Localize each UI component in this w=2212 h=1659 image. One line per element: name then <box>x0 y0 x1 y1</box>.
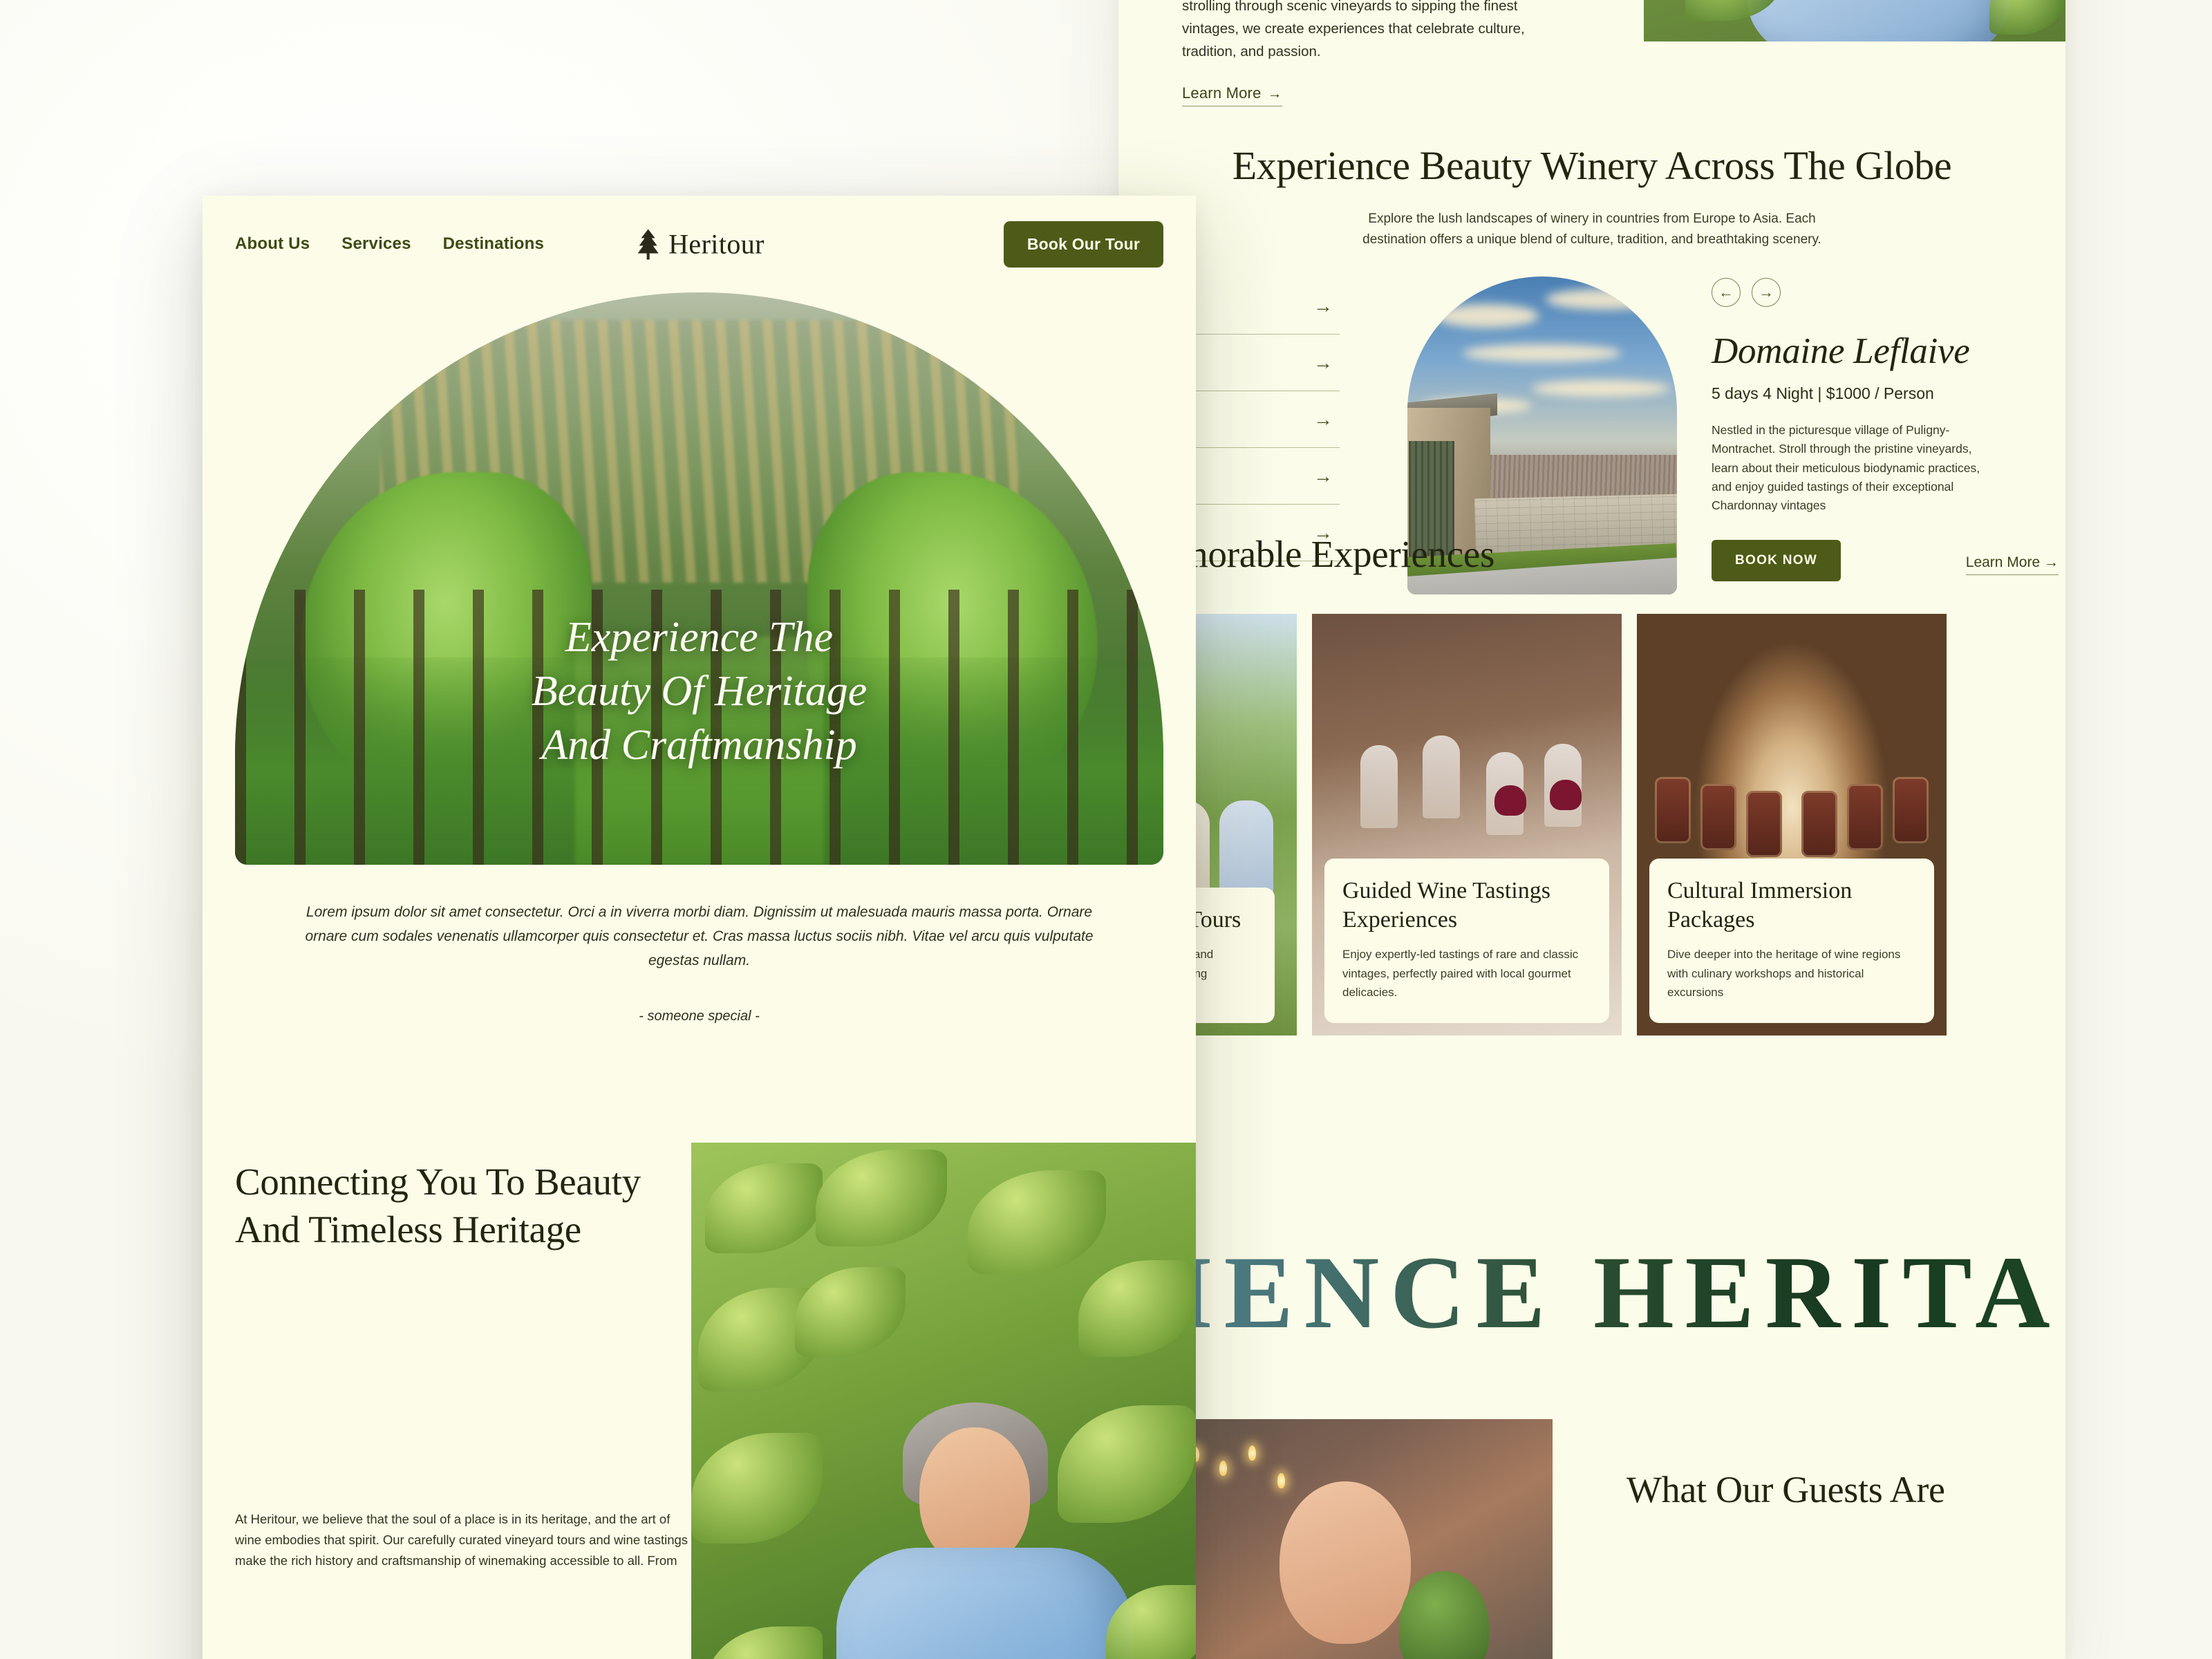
nav-item-services[interactable]: Services <box>341 234 411 254</box>
connecting-photo <box>691 1143 1196 1659</box>
experience-card[interactable]: Cultural Immersion Packages Dive deeper … <box>1637 614 1947 1035</box>
cloud-shape <box>1463 344 1622 362</box>
destination-name: Domaine Leflaive <box>1712 331 1970 371</box>
experience-card-body: Dive deeper into the heritage of wine re… <box>1667 948 1901 1000</box>
cloud-shape <box>1532 380 1670 397</box>
wine-shape <box>1550 780 1582 810</box>
barrel-shape <box>1801 791 1837 857</box>
nav-item-destinations[interactable]: Destinations <box>443 234 544 254</box>
arrow-right-icon: → <box>1313 351 1333 373</box>
destinations-section: Experience Beauty Winery Across The Glob… <box>1118 142 2065 594</box>
connecting-body: At Heritour, we believe that the soul of… <box>235 1512 688 1568</box>
face-shape <box>919 1427 1030 1566</box>
nav-links: About Us Services Destinations <box>235 234 544 254</box>
arrow-right-icon: → <box>1313 294 1333 317</box>
hero-title: Experience The Beauty Of Heritage And Cr… <box>531 614 868 769</box>
quote-text: Lorem ipsum dolor sit amet consectetur. … <box>305 904 1094 968</box>
destination-meta: 5 days 4 Night | $1000 / Person <box>1712 384 1934 402</box>
experience-card[interactable]: Guided Wine Tastings Experiences Enjoy e… <box>1312 614 1622 1035</box>
back-page-mockup: strolling through scenic vineyards to si… <box>1118 0 2065 1659</box>
candle-flame-shape <box>1277 1473 1285 1488</box>
intro-learn-more-link[interactable]: Learn More → <box>1182 84 1282 106</box>
presentation-canvas: strolling through scenic vineyards to si… <box>0 0 2212 1659</box>
quote-author: - someone special - <box>639 1009 760 1024</box>
arrow-right-icon: → <box>1313 408 1333 430</box>
hero-arch-image: Experience The Beauty Of Heritage And Cr… <box>235 292 1163 865</box>
intro-learn-more-label: Learn More <box>1182 84 1262 102</box>
display-band-text: EXPERIENCE HERITAGE <box>1118 1233 2065 1352</box>
destination-description: Nestled in the picturesque village of Pu… <box>1712 423 1980 513</box>
arrow-right-icon: → <box>2044 554 2059 570</box>
book-our-tour-button[interactable]: Book Our Tour <box>1003 221 1163 268</box>
experiences-learn-more-label: Learn More <box>1965 554 2041 570</box>
destinations-subtitle: Explore the lush landscapes of winery in… <box>1362 212 1821 247</box>
cloud-shape <box>1435 304 1539 328</box>
field-shape <box>1475 455 1677 500</box>
blue-shirt-shape <box>836 1548 1134 1659</box>
barrel-shape <box>1847 784 1883 850</box>
candle-flame-shape <box>1219 1461 1227 1476</box>
face-shape <box>1280 1481 1411 1644</box>
experience-card-body: Enjoy expertly-led tastings of rare and … <box>1342 948 1579 1000</box>
destinations-title: Experience Beauty Winery Across The Glob… <box>1232 143 1952 188</box>
brand-logo[interactable]: Heritour <box>634 228 765 261</box>
leaf-shape <box>816 1150 947 1246</box>
leaf-shape <box>691 1433 823 1544</box>
front-page-mockup: About Us Services Destinations Heritour … <box>203 196 1196 1659</box>
pine-tree-icon <box>637 229 659 259</box>
arrow-right-icon: → <box>1313 465 1333 487</box>
leaf-shape <box>705 1163 823 1253</box>
display-band: EXPERIENCE HERITAGE <box>1118 1220 2065 1365</box>
arrow-right-icon: → <box>1267 86 1282 102</box>
plant-shape <box>1399 1571 1489 1659</box>
experiences-header: Crafting Memorable Experiences Learn Mor… <box>1118 532 2065 576</box>
arrow-left-icon: ← <box>1718 283 1734 301</box>
leaf-shape <box>1078 1260 1196 1357</box>
experience-card-title: Cultural Immersion Packages <box>1667 878 1853 932</box>
wine-glass-shape <box>1360 745 1398 828</box>
carousel-next-button[interactable]: → <box>1752 278 1781 307</box>
brand-name: Heritour <box>668 228 765 260</box>
leaf-shape <box>1989 0 2065 35</box>
nav-item-about-us[interactable]: About Us <box>235 234 310 254</box>
experience-card-title: Guided Wine Tastings Experiences <box>1342 878 1550 932</box>
barrel-shape <box>1655 777 1691 843</box>
leaf-shape <box>1058 1405 1196 1523</box>
shirt-shape <box>1747 0 2010 41</box>
top-navigation: About Us Services Destinations Heritour … <box>203 196 1196 292</box>
barrel-shape <box>1893 777 1929 843</box>
intro-photo <box>1644 0 2065 41</box>
wine-glass-shape <box>1423 735 1460 818</box>
experience-card-list: Exclusive Vineyard Tours Wander through … <box>1118 614 1947 1035</box>
barrel-shape <box>1700 784 1736 850</box>
connecting-title: Connecting You To Beauty And Timeless He… <box>235 1161 641 1251</box>
arrow-right-icon: → <box>1759 283 1774 301</box>
carousel-controls: ← → <box>1712 278 2023 307</box>
barrel-shape <box>1746 791 1782 857</box>
leaf-shape <box>968 1170 1106 1274</box>
wine-shape <box>1494 785 1526 816</box>
carousel-prev-button[interactable]: ← <box>1712 278 1741 307</box>
intro-paragraph: strolling through scenic vineyards to si… <box>1182 0 1525 60</box>
experience-card-caption: Guided Wine Tastings Experiences Enjoy e… <box>1324 859 1609 1023</box>
experiences-learn-more-link[interactable]: Learn More → <box>1965 554 2059 575</box>
experience-card-caption: Cultural Immersion Packages Dive deeper … <box>1649 859 1934 1023</box>
leaf-shape <box>795 1267 906 1357</box>
candle-flame-shape <box>1248 1445 1256 1461</box>
cloud-shape <box>1546 289 1663 310</box>
leaf-shape <box>705 1627 823 1659</box>
testimonials-title: What Our Guests Are <box>1627 1469 1945 1510</box>
